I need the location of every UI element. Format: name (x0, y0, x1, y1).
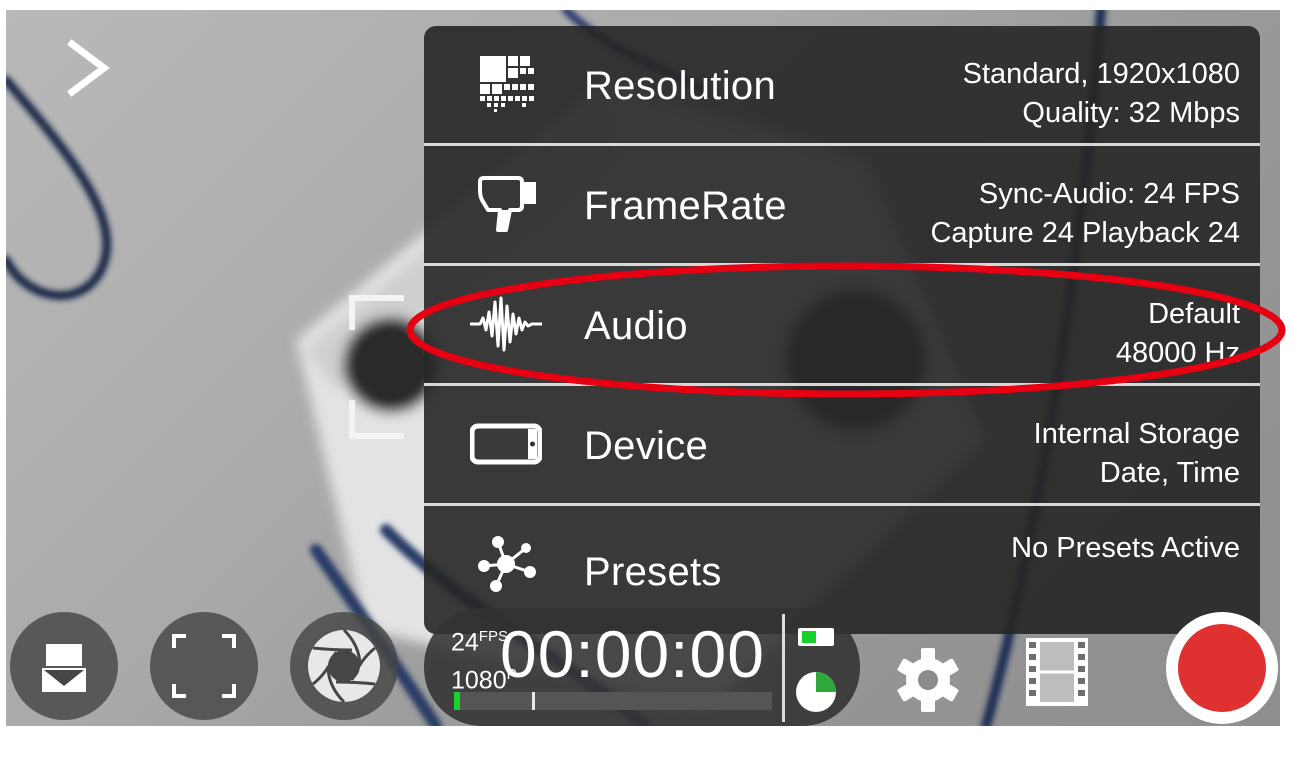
filmstrip-icon[interactable] (1024, 636, 1090, 708)
focus-bracket (349, 295, 404, 439)
settings-item-framerate[interactable]: FrameRate Sync-Audio: 24 FPS Capture 24 … (424, 146, 1260, 266)
divider (782, 614, 785, 722)
settings-item-detail: Capture 24 Playback 24 (930, 217, 1240, 249)
audio-level-fill (454, 692, 460, 710)
chevron-right-icon[interactable] (64, 38, 114, 98)
record-icon[interactable] (1162, 608, 1280, 726)
aperture-button[interactable] (290, 612, 398, 720)
storage-pie-icon (796, 672, 836, 712)
settings-item-presets[interactable]: Presets No Presets Active (424, 506, 1260, 623)
fullscreen-icon (172, 634, 236, 698)
settings-item-value: Internal Storage (1033, 418, 1240, 450)
settings-item-label: Device (584, 424, 709, 468)
settings-item-resolution[interactable]: Resolution Standard, 1920x1080 Quality: … (424, 26, 1260, 146)
settings-item-value: Standard, 1920x1080 (962, 58, 1240, 90)
audio-level-marker (532, 692, 535, 710)
settings-item-value: No Presets Active (1011, 532, 1240, 564)
camera-viewfinder[interactable]: Resolution Standard, 1920x1080 Quality: … (6, 10, 1280, 726)
gear-icon[interactable] (888, 640, 968, 720)
settings-item-detail: Date, Time (1099, 457, 1240, 489)
settings-item-label: Audio (584, 304, 688, 348)
audio-level-meter (454, 692, 772, 710)
resolution-grid-icon (480, 56, 534, 112)
settings-item-label: FrameRate (584, 184, 787, 228)
settings-item-device[interactable]: Device Internal Storage Date, Time (424, 386, 1260, 506)
settings-item-detail: Quality: 32 Mbps (1022, 97, 1240, 129)
camera-icon (478, 176, 536, 232)
phone-landscape-icon (470, 423, 542, 465)
settings-item-value: Default (1148, 298, 1240, 330)
aperture-icon (308, 628, 380, 704)
settings-item-detail: 48000 Hz (1115, 337, 1240, 369)
download-tray-button[interactable] (10, 612, 118, 720)
settings-item-audio[interactable]: Audio Default 48000 Hz (424, 266, 1260, 386)
battery-icon (798, 628, 834, 646)
download-tray-icon (42, 644, 86, 692)
settings-item-label: Resolution (584, 64, 777, 108)
settings-menu: Resolution Standard, 1920x1080 Quality: … (424, 26, 1260, 634)
settings-item-value: Sync-Audio: 24 FPS (978, 178, 1240, 210)
fullscreen-button[interactable] (150, 612, 258, 720)
waveform-icon (470, 296, 542, 352)
molecule-icon (478, 536, 536, 592)
record-timer: 00:00:00 (500, 617, 765, 691)
settings-item-label: Presets (584, 550, 722, 594)
